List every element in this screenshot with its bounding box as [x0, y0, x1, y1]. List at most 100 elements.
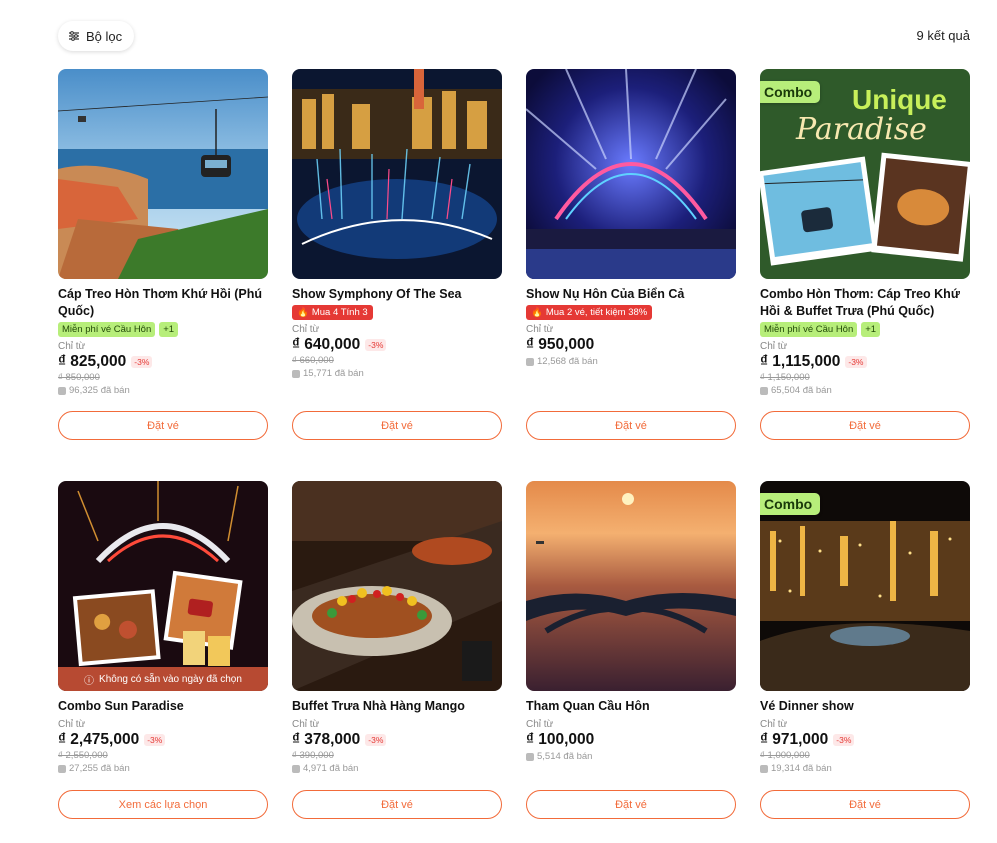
book-button[interactable]: Đặt vé [760, 790, 970, 819]
kiss-of-sea-show-photo [526, 69, 736, 279]
product-image[interactable] [58, 69, 268, 279]
product-title[interactable]: Combo Hòn Thơm: Cáp Treo Khứ Hồi & Buffe… [760, 286, 970, 320]
old-price: ₫ 660,000 [292, 355, 334, 366]
from-label: Chỉ từ [526, 324, 554, 335]
more-badge[interactable]: +1 [861, 322, 881, 337]
filter-button[interactable]: Bộ lọc [58, 21, 135, 51]
sold-count: 12,568 đã bán [526, 356, 736, 367]
view-options-button[interactable]: Xem các lựa chọn [58, 790, 268, 819]
from-label: Chỉ từ [760, 341, 788, 352]
product-image[interactable] [292, 481, 502, 691]
badge-row: 🔥 Mua 2 vé, tiết kiệm 38% [526, 305, 736, 320]
price: ₫ 1,115,000 [760, 353, 841, 370]
sold-count: 65,504 đã bán [760, 385, 970, 396]
price: ₫ 971,000 [760, 731, 829, 748]
sun-paradise-combo-art [58, 481, 268, 691]
bag-icon [292, 764, 300, 773]
unavailable-banner: ⓘ Không có sẵn vào ngày đã chọn [58, 667, 268, 691]
old-price: ₫ 850,000 [58, 372, 100, 383]
sold-text: 96,325 đã bán [69, 385, 130, 396]
info-icon: ⓘ [84, 675, 95, 687]
old-price: ₫ 1,000,000 [760, 750, 810, 761]
sold-text: 27,255 đã bán [69, 763, 130, 774]
book-button[interactable]: Đặt vé [526, 411, 736, 440]
sold-count: 15,771 đã bán [292, 368, 502, 379]
fire-icon: 🔥 [297, 307, 309, 318]
book-button[interactable]: Đặt vé [292, 411, 502, 440]
price: ₫ 640,000 [292, 336, 361, 353]
badge-row: 🔥 Mua 4 Tính 3 [292, 305, 502, 320]
product-title[interactable]: Buffet Trưa Nhà Hàng Mango [292, 698, 502, 715]
sold-text: 12,568 đã bán [537, 356, 598, 367]
bag-icon [526, 357, 534, 366]
sold-text: 4,971 đã bán [303, 763, 359, 774]
sold-text: 19,314 đã bán [771, 763, 832, 774]
from-label: Chỉ từ [526, 719, 554, 730]
bag-icon [58, 386, 66, 395]
product-info: Tham Quan Cầu Hôn Chỉ từ ₫ 100,000 5,514… [526, 698, 736, 762]
toolbar: Bộ lọc 9 kết quả [58, 21, 970, 51]
buffet-photo [292, 481, 502, 691]
bag-icon [292, 369, 300, 378]
product-info: Show Nụ Hôn Của Biển Cả 🔥 Mua 2 vé, tiết … [526, 286, 736, 367]
from-label: Chỉ từ [292, 324, 320, 335]
product-image[interactable] [526, 481, 736, 691]
sold-count: 4,971 đã bán [292, 763, 502, 774]
combo-tag: Combo [760, 81, 821, 103]
from-label: Chỉ từ [760, 719, 788, 730]
unavailable-text: Không có sẵn vào ngày đã chọn [99, 673, 242, 685]
deal-text: Mua 4 Tính 3 [311, 307, 368, 318]
symphony-show-photo [292, 69, 502, 279]
book-button[interactable]: Đặt vé [292, 790, 502, 819]
product-image[interactable]: Combo [760, 481, 970, 691]
discount-badge: -3% [833, 734, 855, 746]
art-title: Unique [852, 84, 947, 115]
price: ₫ 825,000 [58, 353, 127, 370]
deal-badge: 🔥 Mua 4 Tính 3 [292, 305, 373, 320]
from-label: Chỉ từ [292, 719, 320, 730]
cable-car-photo [58, 69, 268, 279]
book-button[interactable]: Đặt vé [526, 790, 736, 819]
price: ₫ 2,475,000 [58, 731, 140, 748]
sold-text: 15,771 đã bán [303, 368, 364, 379]
product-image[interactable]: Unique Paradise Combo [760, 69, 970, 279]
discount-badge: -3% [131, 356, 153, 368]
product-title[interactable]: Show Nụ Hôn Của Biển Cả [526, 286, 736, 303]
more-badge[interactable]: +1 [159, 322, 179, 337]
combo-tag: Combo [760, 493, 821, 515]
old-price: ₫ 2,550,000 [58, 750, 108, 761]
badge-row: Miễn phí vé Cầu Hôn +1 [58, 322, 268, 337]
sold-count: 19,314 đã bán [760, 763, 970, 774]
price: ₫ 378,000 [292, 731, 361, 748]
book-button[interactable]: Đặt vé [760, 411, 970, 440]
promo-badge: Miễn phí vé Cầu Hôn [760, 322, 858, 337]
sold-count: 27,255 đã bán [58, 763, 268, 774]
product-title[interactable]: Cáp Treo Hòn Thơm Khứ Hồi (Phú Quốc) [58, 286, 268, 320]
kiss-bridge-sunset-photo [526, 481, 736, 691]
product-title[interactable]: Vé Dinner show [760, 698, 970, 715]
from-label: Chỉ từ [58, 341, 86, 352]
bag-icon [760, 386, 768, 395]
product-image[interactable]: ⓘ Không có sẵn vào ngày đã chọn [58, 481, 268, 691]
discount-badge: -3% [845, 356, 867, 368]
product-title[interactable]: Tham Quan Cầu Hôn [526, 698, 736, 715]
old-price: ₫ 1,150,000 [760, 372, 810, 383]
sold-count: 96,325 đã bán [58, 385, 268, 396]
badge-row: Miễn phí vé Cầu Hôn +1 [760, 322, 970, 337]
promo-badge: Miễn phí vé Cầu Hôn [58, 322, 156, 337]
product-info: Vé Dinner show Chỉ từ ₫ 971,000 -3% ₫ 1,0… [760, 698, 970, 774]
product-title[interactable]: Show Symphony Of The Sea [292, 286, 502, 303]
deal-text: Mua 2 vé, tiết kiệm 38% [545, 307, 648, 318]
product-image[interactable] [292, 69, 502, 279]
product-image[interactable] [526, 69, 736, 279]
product-info: Combo Hòn Thơm: Cáp Treo Khứ Hồi & Buffe… [760, 286, 970, 396]
sold-count: 5,514 đã bán [526, 751, 736, 762]
art-script: Paradise [795, 112, 927, 147]
old-price: ₫ 390,000 [292, 750, 334, 761]
result-count: 9 kết quả [916, 28, 971, 43]
product-info: Show Symphony Of The Sea 🔥 Mua 4 Tính 3 C… [292, 286, 502, 379]
book-button[interactable]: Đặt vé [58, 411, 268, 440]
deal-badge: 🔥 Mua 2 vé, tiết kiệm 38% [526, 305, 653, 320]
bag-icon [526, 752, 534, 761]
product-title[interactable]: Combo Sun Paradise [58, 698, 268, 715]
